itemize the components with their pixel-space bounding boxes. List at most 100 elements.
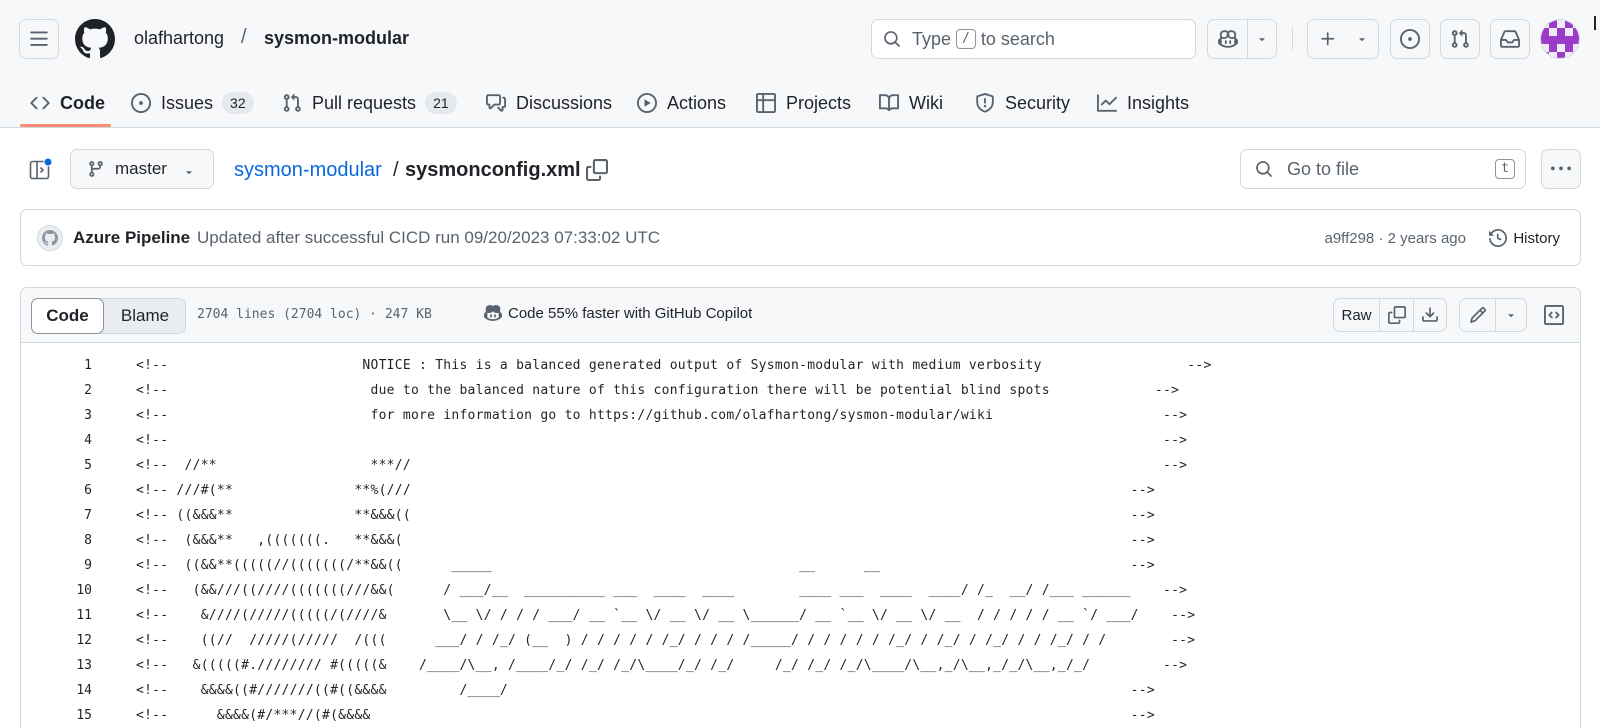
tab-actions[interactable]: Actions: [637, 78, 726, 128]
play-icon: [637, 93, 657, 113]
issue-opened-icon: [131, 93, 151, 113]
github-logo-icon[interactable]: [75, 19, 115, 59]
global-search-input[interactable]: Type / to search: [871, 19, 1196, 59]
inbox-icon: [1500, 30, 1520, 48]
git-pull-request-icon: [1451, 29, 1469, 48]
git-branch-icon: [89, 161, 103, 177]
symbols-panel-button[interactable]: [1537, 298, 1571, 332]
tab-projects[interactable]: Projects: [756, 78, 851, 128]
code-line: 13 <!-- &(((((#.//////// #(((((& /____/\_…: [21, 653, 1580, 678]
copilot-button-group[interactable]: [1207, 19, 1277, 59]
tab-pull-requests[interactable]: Pull requests 21: [282, 78, 457, 128]
tab-security[interactable]: Security: [975, 78, 1070, 128]
tab-code[interactable]: Code: [30, 78, 105, 128]
code-line: 6 <!-- ///#(** **%(/// -->: [21, 478, 1580, 503]
menu-button[interactable]: [19, 19, 59, 59]
line-content: <!-- (&&&** ,(((((((. **&&&( -->: [136, 533, 1155, 548]
commit-author[interactable]: Azure Pipeline: [73, 228, 190, 248]
line-number[interactable]: 13: [21, 653, 92, 678]
copilot-icon: [484, 305, 502, 321]
github-logo-icon: [42, 230, 58, 246]
comment-discussion-icon: [486, 94, 506, 112]
latest-commit-bar: Azure Pipeline Updated after successful …: [20, 209, 1581, 266]
raw-button[interactable]: Raw: [1334, 299, 1380, 331]
tab-wiki[interactable]: Wiki: [879, 78, 943, 128]
line-content: <!-- &&&&((#///////((#((&&&& /____/ -->: [136, 683, 1155, 698]
active-tab-indicator: [20, 124, 111, 127]
line-number[interactable]: 9: [21, 553, 92, 578]
copy-icon[interactable]: [586, 159, 608, 181]
line-content: <!-- //** ***// -->: [136, 458, 1188, 473]
edit-file-button[interactable]: [1460, 299, 1496, 331]
user-avatar[interactable]: [1540, 19, 1580, 59]
book-icon: [879, 94, 899, 112]
code-line: 1 <!-- NOTICE : This is a balanced genera…: [21, 353, 1580, 378]
download-button[interactable]: [1414, 299, 1446, 331]
code-line: 15 <!-- &&&&(#/***//(#(&&&& -->: [21, 703, 1580, 728]
tab-discussions[interactable]: Discussions: [486, 78, 612, 128]
chevron-down-icon: [1359, 38, 1365, 42]
line-number[interactable]: 5: [21, 453, 92, 478]
line-number[interactable]: 11: [21, 603, 92, 628]
kebab-horizontal-icon: [1551, 166, 1571, 171]
tab-issues[interactable]: Issues 32: [131, 78, 254, 128]
line-number[interactable]: 10: [21, 578, 92, 603]
line-content: <!-- &////(/////(((((/(////& \__ \/ / / …: [136, 608, 1196, 623]
branch-name: master: [115, 159, 167, 178]
line-number[interactable]: 7: [21, 503, 92, 528]
code-icon: [30, 96, 50, 110]
copy-raw-button[interactable]: [1380, 299, 1414, 331]
line-number[interactable]: 1: [21, 353, 92, 378]
line-content: <!-- due to the balanced nature of this …: [136, 383, 1180, 398]
tab-code-label: Code: [60, 92, 105, 113]
table-icon: [756, 93, 776, 113]
copy-icon: [1387, 306, 1406, 324]
create-new-button[interactable]: [1307, 19, 1379, 59]
chevron-down-icon: [1259, 38, 1265, 42]
raw-actions-group: Raw: [1333, 298, 1447, 332]
history-label: History: [1513, 229, 1560, 247]
your-issues-button[interactable]: [1390, 19, 1430, 59]
branch-picker-button[interactable]: master: [70, 149, 214, 189]
line-number[interactable]: 8: [21, 528, 92, 553]
search-prefix-text: Type: [912, 28, 952, 49]
line-content: <!-- ((&&&** **&&&(( -->: [136, 508, 1155, 523]
line-number[interactable]: 14: [21, 678, 92, 703]
history-button[interactable]: History: [1481, 222, 1568, 254]
header-divider: [1292, 28, 1293, 50]
commit-sha-time[interactable]: a9ff298 · 2 years ago: [1325, 230, 1467, 247]
your-pull-requests-button[interactable]: [1440, 19, 1480, 59]
file-path-repo-link[interactable]: sysmon-modular: [234, 159, 382, 182]
issue-opened-icon: [1400, 29, 1420, 49]
breadcrumb-repo[interactable]: sysmon-modular: [264, 28, 409, 49]
chevron-down-icon: [186, 171, 192, 175]
sidepanel-expand-icon[interactable]: [28, 158, 52, 182]
more-options-button[interactable]: [1541, 149, 1581, 189]
issues-count-badge: 32: [222, 92, 254, 114]
go-to-file-placeholder: Go to file: [1287, 158, 1360, 179]
line-number[interactable]: 15: [21, 703, 92, 728]
commit-message[interactable]: Updated after successful CICD run 09/20/…: [197, 228, 660, 248]
copilot-promo-link[interactable]: Code 55% faster with GitHub Copilot: [484, 304, 752, 322]
line-number[interactable]: 4: [21, 428, 92, 453]
line-number[interactable]: 6: [21, 478, 92, 503]
tab-insights[interactable]: Insights: [1097, 78, 1189, 128]
hamburger-icon: [30, 31, 48, 46]
code-view-button[interactable]: Code: [31, 298, 104, 334]
line-content: <!-- ///#(** **%(/// -->: [136, 483, 1155, 498]
breadcrumb-separator: /: [241, 26, 247, 48]
line-number[interactable]: 12: [21, 628, 92, 653]
commit-author-avatar[interactable]: [37, 225, 63, 251]
breadcrumb-owner[interactable]: olafhartong: [134, 28, 224, 49]
code-square-icon: [1544, 305, 1564, 325]
blame-view-button[interactable]: Blame: [105, 299, 185, 333]
edit-options-dropdown[interactable]: [1496, 299, 1526, 331]
line-number[interactable]: 2: [21, 378, 92, 403]
line-number[interactable]: 3: [21, 403, 92, 428]
go-to-file-shortcut-key: t: [1495, 159, 1515, 179]
code-line: 3 <!-- for more information go to https:/…: [21, 403, 1580, 428]
inbox-button[interactable]: [1490, 19, 1530, 59]
line-content: <!-- ((&&**(((((//(((((((/**&&(( _____ _…: [136, 558, 1155, 573]
go-to-file-input[interactable]: Go to file t: [1240, 149, 1526, 189]
code-line: 9 <!-- ((&&**(((((//(((((((/**&&(( _____ …: [21, 553, 1580, 578]
